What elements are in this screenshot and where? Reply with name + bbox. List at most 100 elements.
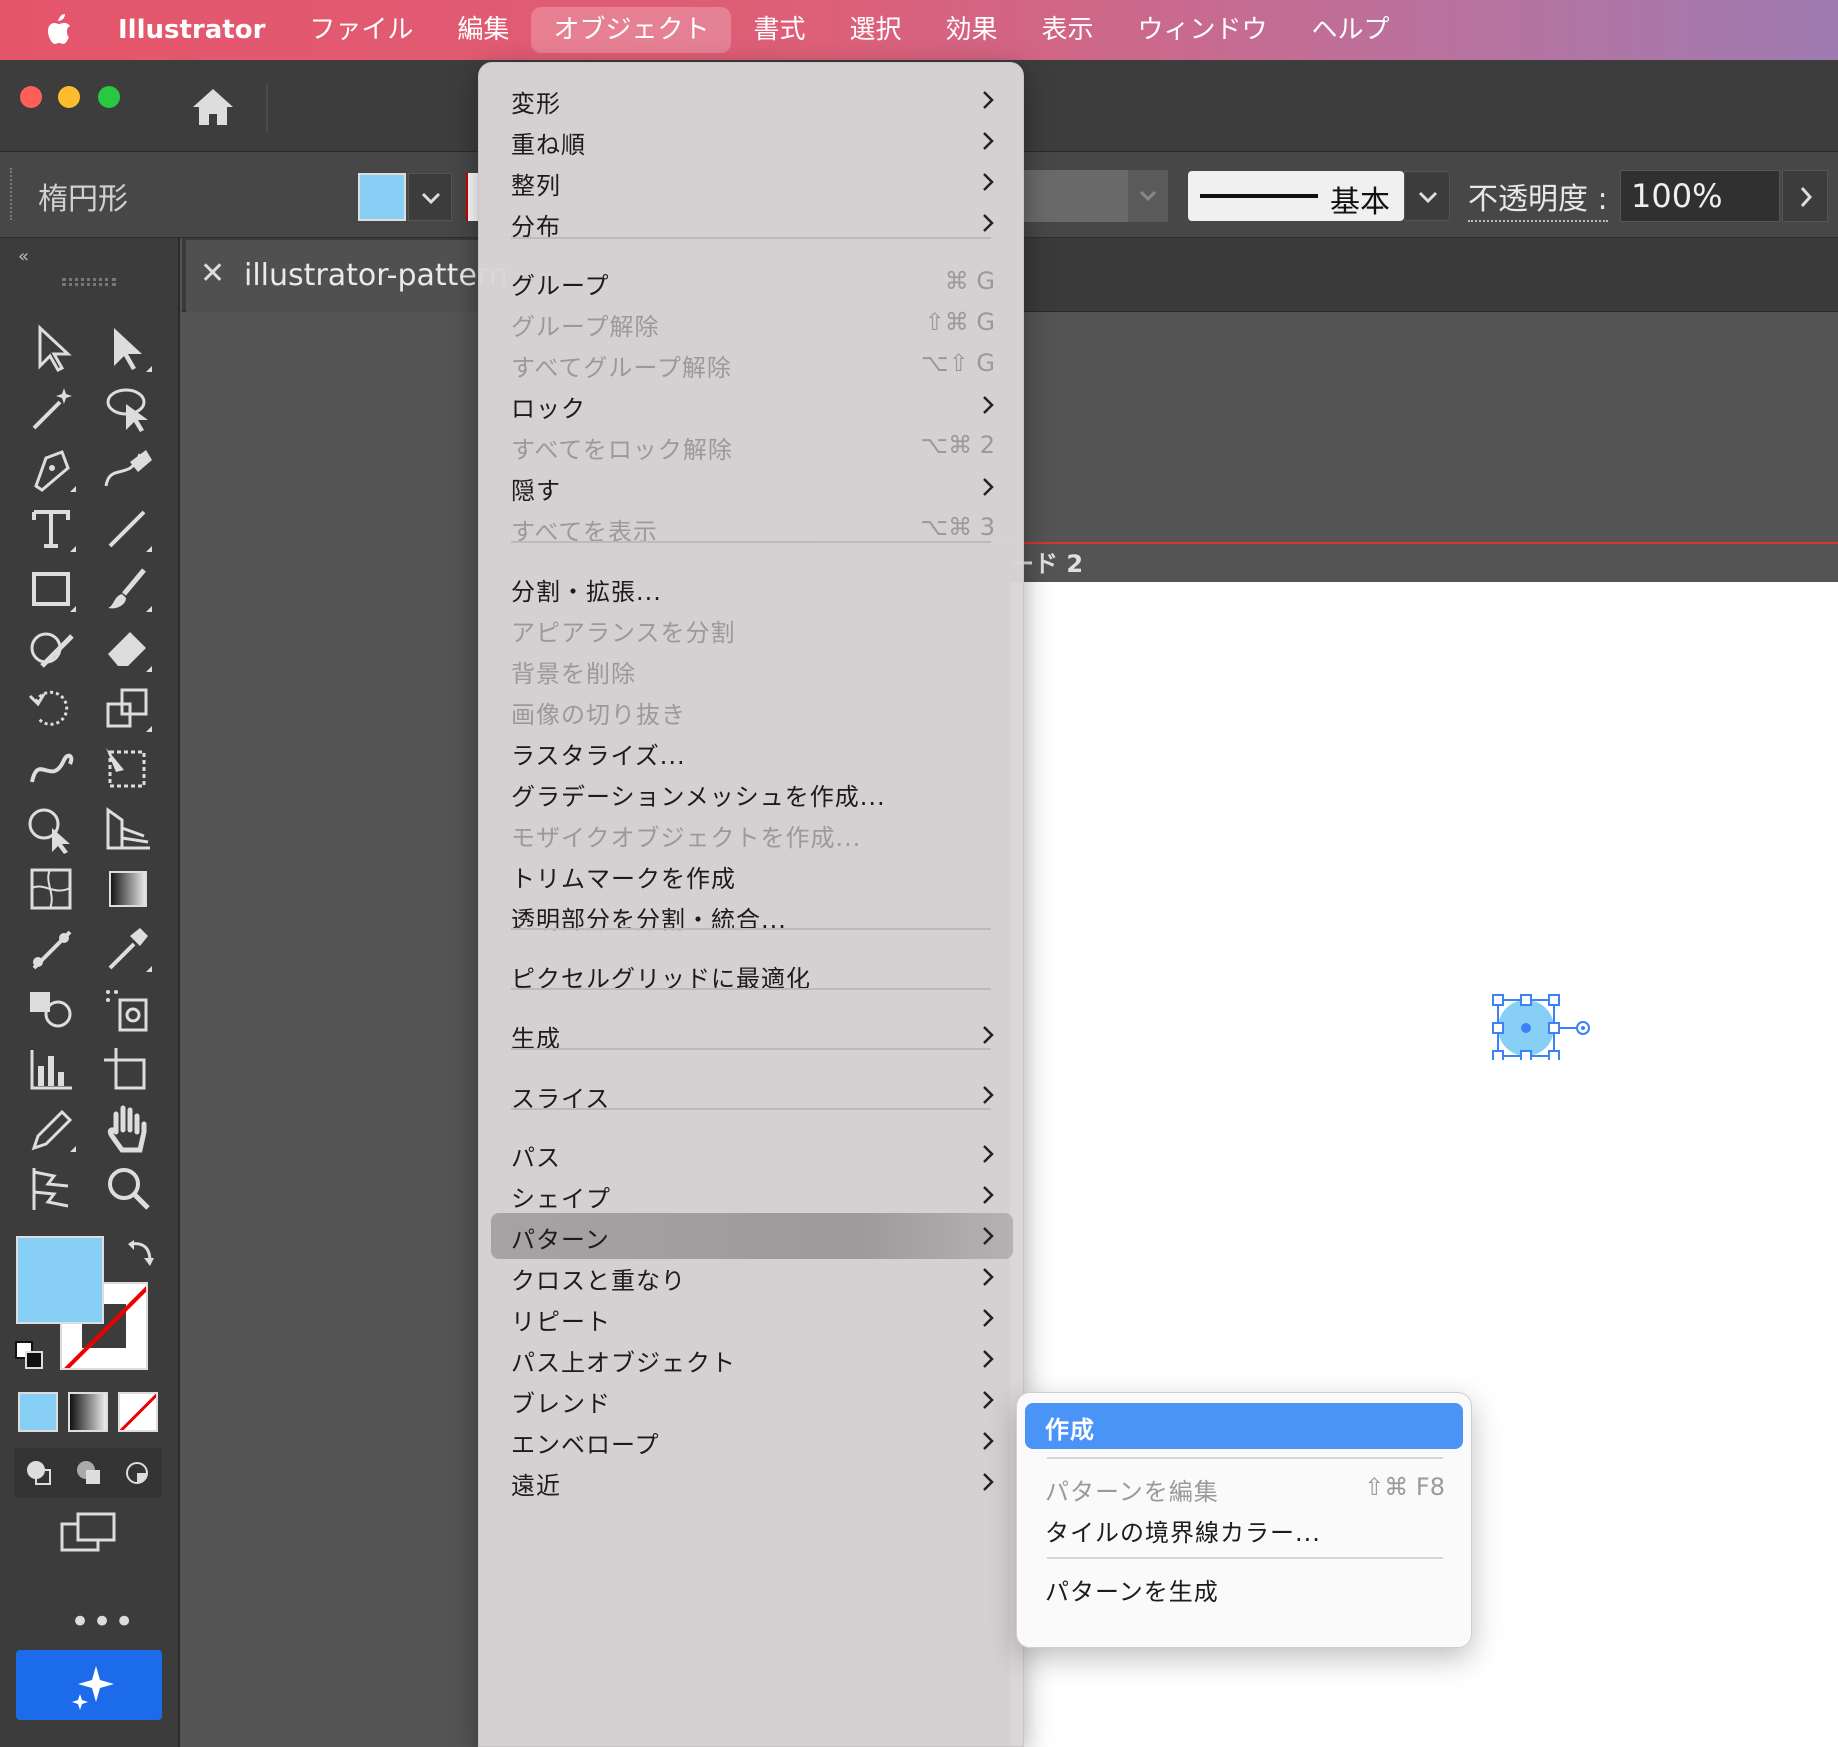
object-menu-item[interactable]: 透明部分を分割・統合...: [491, 893, 1013, 939]
lasso-tool-icon[interactable]: [100, 382, 158, 436]
apple-logo-icon[interactable]: [40, 10, 80, 50]
direct-selection-tool-icon[interactable]: [100, 322, 158, 376]
menu-view[interactable]: 表示: [1020, 7, 1116, 53]
draw-behind-icon[interactable]: [74, 1458, 104, 1488]
document-tab-title[interactable]: illustrator-pattern: [244, 258, 508, 293]
hand-tool-icon[interactable]: [100, 1102, 158, 1156]
object-menu-item[interactable]: パターン: [491, 1213, 1013, 1259]
artboard-tool-icon[interactable]: [100, 1042, 158, 1096]
object-menu-item[interactable]: ロック: [491, 382, 1013, 428]
shape-builder-tool-icon[interactable]: [24, 802, 82, 856]
menu-effect[interactable]: 効果: [923, 7, 1019, 53]
object-menu-item[interactable]: シェイプ: [491, 1172, 1013, 1218]
object-menu-item[interactable]: リピート: [491, 1295, 1013, 1341]
object-menu-item[interactable]: 分布: [491, 200, 1013, 246]
menu-select[interactable]: 選択: [827, 7, 923, 53]
object-menu-item[interactable]: パス上オブジェクト: [491, 1336, 1013, 1382]
selection-tool-icon[interactable]: [24, 322, 82, 376]
paintbrush-tool-icon[interactable]: [100, 562, 158, 616]
zoom-tool-icon[interactable]: [100, 1162, 158, 1216]
object-menu-item[interactable]: スライス: [491, 1072, 1013, 1118]
object-menu-item[interactable]: エンベロープ: [491, 1418, 1013, 1464]
menu-edit[interactable]: 編集: [435, 7, 531, 53]
symbol-sprayer-tool-icon[interactable]: [100, 982, 158, 1036]
object-menu-item[interactable]: 分割・拡張...: [491, 565, 1013, 611]
curvature-tool-icon[interactable]: [100, 442, 158, 496]
type-tool-icon[interactable]: [24, 502, 82, 556]
draw-inside-icon[interactable]: [122, 1458, 152, 1488]
none-mode-button[interactable]: [118, 1392, 158, 1432]
rotate-tool-icon[interactable]: [24, 682, 82, 736]
object-menu-item[interactable]: ラスタライズ...: [491, 729, 1013, 775]
column-graph-tool-icon[interactable]: [24, 1042, 82, 1096]
zoom-window-button[interactable]: [98, 86, 120, 108]
gradient-mode-button[interactable]: [68, 1392, 108, 1432]
object-menu-item[interactable]: トリムマークを作成: [491, 852, 1013, 898]
object-menu-item[interactable]: 遠近: [491, 1459, 1013, 1505]
line-segment-tool-icon[interactable]: [100, 502, 158, 556]
object-menu-item[interactable]: グラデーションメッシュを作成...: [491, 770, 1013, 816]
pattern-submenu-item[interactable]: 作成: [1025, 1403, 1463, 1449]
object-menu-item[interactable]: 重ね順: [491, 118, 1013, 164]
close-window-button[interactable]: [20, 86, 42, 108]
more-tools-icon[interactable]: •••: [70, 1602, 136, 1642]
pen-tool-icon[interactable]: [24, 442, 82, 496]
pencil-tool-icon[interactable]: [24, 1102, 82, 1156]
fill-color-indicator[interactable]: [16, 1236, 104, 1324]
object-menu-item[interactable]: パス: [491, 1131, 1013, 1177]
object-menu-item[interactable]: クロスと重なり: [491, 1254, 1013, 1300]
mesh-tool-icon[interactable]: [24, 862, 82, 916]
menu-window[interactable]: ウィンドウ: [1116, 7, 1290, 53]
eraser-tool-icon[interactable]: [100, 622, 158, 676]
object-menu-item[interactable]: 変形: [491, 77, 1013, 123]
scale-tool-icon[interactable]: [100, 682, 158, 736]
object-menu-item[interactable]: ブレンド: [491, 1377, 1013, 1423]
object-menu-item[interactable]: 生成: [491, 1012, 1013, 1058]
tools-panel-grip[interactable]: [62, 278, 116, 286]
color-mode-button[interactable]: [18, 1392, 58, 1432]
change-screen-mode-icon[interactable]: [60, 1512, 118, 1556]
shaper-tool-icon[interactable]: [24, 622, 82, 676]
menu-object[interactable]: オブジェクト: [531, 7, 732, 53]
close-tab-icon[interactable]: ✕: [200, 256, 225, 291]
magic-wand-tool-icon[interactable]: [24, 382, 82, 436]
selected-ellipse[interactable]: [1488, 990, 1600, 1060]
draw-normal-icon[interactable]: [24, 1458, 54, 1488]
collapse-panel-icon[interactable]: «: [18, 246, 29, 267]
object-menu-item[interactable]: 整列: [491, 159, 1013, 205]
warp-tool-icon[interactable]: [24, 742, 82, 796]
object-menu-item[interactable]: ピクセルグリッドに最適化: [491, 952, 1013, 998]
menu-help[interactable]: ヘルプ: [1290, 7, 1412, 53]
variable-width-field[interactable]: [1020, 170, 1128, 222]
variable-width-dropdown[interactable]: [1128, 170, 1168, 222]
free-transform-tool-icon[interactable]: [100, 742, 158, 796]
brush-definition-dropdown[interactable]: [1404, 171, 1450, 221]
fill-dropdown-button[interactable]: [408, 173, 452, 221]
swap-fill-stroke-icon[interactable]: [124, 1238, 156, 1270]
opacity-input[interactable]: 100%: [1620, 170, 1780, 222]
opacity-expand-button[interactable]: [1782, 170, 1828, 222]
menu-app-name[interactable]: Illustrator: [108, 7, 287, 53]
stroke-color-swatch[interactable]: [466, 173, 478, 221]
object-menu-item[interactable]: 隠す: [491, 464, 1013, 510]
gradient-tool-icon[interactable]: [100, 862, 158, 916]
puppet-warp-tool-icon[interactable]: [24, 1162, 82, 1216]
default-fill-stroke-icon[interactable]: [14, 1340, 44, 1370]
generative-ai-button[interactable]: [16, 1650, 162, 1720]
fill-color-swatch[interactable]: [358, 173, 406, 221]
home-icon[interactable]: [190, 86, 236, 128]
brush-definition-field[interactable]: 基本: [1188, 171, 1404, 221]
eyedropper-tool-icon[interactable]: [100, 922, 158, 976]
control-bar-grip[interactable]: [10, 168, 14, 220]
pattern-submenu-item[interactable]: パターンを生成: [1025, 1565, 1463, 1611]
object-menu-item[interactable]: グループ ⌘ G: [491, 259, 1013, 305]
opacity-label[interactable]: 不透明度 :: [1468, 174, 1608, 222]
pattern-submenu-item[interactable]: タイルの境界線カラー...: [1025, 1506, 1463, 1552]
live-paint-bucket-tool-icon[interactable]: [24, 982, 82, 1036]
blend-tool-icon[interactable]: [24, 922, 82, 976]
minimize-window-button[interactable]: [58, 86, 80, 108]
perspective-grid-tool-icon[interactable]: [100, 802, 158, 856]
menu-file[interactable]: ファイル: [287, 7, 435, 53]
menu-type[interactable]: 書式: [731, 7, 827, 53]
rectangle-tool-icon[interactable]: [24, 562, 82, 616]
